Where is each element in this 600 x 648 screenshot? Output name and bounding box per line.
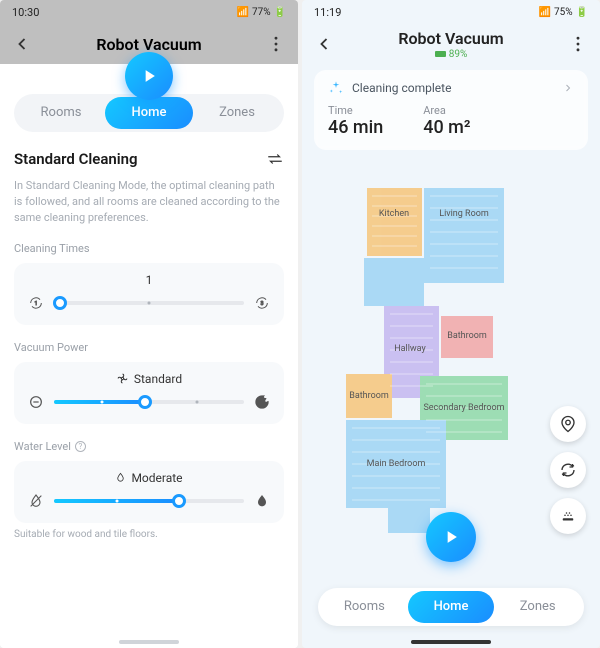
page-title: Robot Vacuum: [398, 29, 503, 48]
battery-icon: [435, 51, 446, 57]
map-actions: [550, 406, 586, 534]
cleaning-mode-row[interactable]: Standard Cleaning: [14, 150, 284, 168]
menu-icon[interactable]: [568, 34, 588, 54]
vacuum-power-slider[interactable]: [54, 394, 244, 410]
water-level-control: Moderate: [14, 461, 284, 523]
svg-text:Secondary Bedroom: Secondary Bedroom: [423, 403, 504, 413]
svg-text:1: 1: [35, 301, 38, 307]
svg-text:Main Bedroom: Main Bedroom: [367, 459, 426, 469]
tab-zones[interactable]: Zones: [193, 97, 281, 129]
drop-icon: [115, 471, 126, 484]
drag-handle[interactable]: [119, 640, 179, 644]
chevron-right-icon: [562, 82, 574, 94]
svg-text:3: 3: [261, 301, 264, 307]
cleaning-mode-description: In Standard Cleaning Mode, the optimal c…: [14, 178, 284, 226]
nav-handle[interactable]: [411, 640, 491, 644]
cleaning-status-text: Cleaning complete: [352, 81, 451, 95]
repeat-1-icon: 1: [28, 295, 44, 311]
svg-text:Living Room: Living Room: [439, 209, 489, 219]
phone-right-map-view: 11:19 📶75%🔋 Robot Vacuum 89% Cleaning co…: [302, 0, 600, 648]
phone-left-cleaning-settings: 10:30 📶77%🔋 Robot Vacuum Rooms Home Zone…: [0, 0, 298, 648]
sparkle-icon: [328, 80, 344, 96]
water-level-label: Water Level ?: [14, 440, 284, 453]
mode-tabs: Rooms Home Zones: [318, 588, 584, 626]
svg-text:Bathroom: Bathroom: [447, 331, 487, 341]
stat-area: Area 40 m²: [423, 104, 470, 138]
cleaning-times-slider[interactable]: [54, 295, 244, 311]
svg-text:Kitchen: Kitchen: [379, 209, 409, 219]
help-icon[interactable]: ?: [75, 441, 86, 452]
back-icon[interactable]: [12, 34, 32, 54]
water-off-icon: [28, 493, 44, 509]
power-off-icon: [28, 394, 44, 410]
status-bar: 10:30 📶77%🔋: [0, 0, 298, 24]
vacuum-power-control: Standard: [14, 362, 284, 424]
menu-icon[interactable]: [266, 34, 286, 54]
swap-mode-icon: [266, 150, 284, 168]
play-icon: [441, 527, 461, 547]
tab-rooms[interactable]: Rooms: [321, 591, 408, 623]
repeat-3-icon: 3: [254, 295, 270, 311]
cleaning-status-card[interactable]: Cleaning complete Time 46 min Area 40 m²: [314, 70, 588, 150]
svg-text:Bathroom: Bathroom: [349, 391, 389, 401]
dock-button[interactable]: [550, 498, 586, 534]
status-indicators: 📶75%🔋: [539, 7, 588, 18]
cycle-icon: [559, 461, 577, 479]
tab-home[interactable]: Home: [408, 591, 495, 623]
tab-home[interactable]: Home: [105, 97, 193, 129]
cleaning-times-value: 1: [28, 273, 270, 287]
locate-button[interactable]: [550, 406, 586, 442]
start-cleaning-button[interactable]: [426, 512, 476, 562]
cleaning-times-control: 1 1 3: [14, 263, 284, 325]
header: Robot Vacuum 89%: [302, 24, 600, 64]
water-max-icon: [254, 493, 270, 509]
device-battery: 89%: [435, 49, 468, 60]
cleaning-mode-title: Standard Cleaning: [14, 150, 138, 168]
stat-time: Time 46 min: [328, 104, 383, 138]
tab-zones[interactable]: Zones: [494, 591, 581, 623]
status-time: 11:19: [314, 6, 341, 19]
page-title: Robot Vacuum: [96, 35, 201, 54]
recharge-button[interactable]: [550, 452, 586, 488]
vacuum-power-label: Vacuum Power: [14, 341, 284, 354]
settings-sheet: Rooms Home Zones Standard Cleaning In St…: [0, 78, 298, 648]
back-icon[interactable]: [314, 34, 334, 54]
water-level-slider[interactable]: [54, 493, 244, 509]
water-level-note: Suitable for wood and tile floors.: [14, 529, 284, 540]
tab-rooms[interactable]: Rooms: [17, 97, 105, 129]
room-living-room: [424, 188, 504, 283]
status-bar: 11:19 📶75%🔋: [302, 0, 600, 24]
status-indicators: 📶77%🔋: [237, 7, 286, 18]
play-icon: [139, 66, 159, 86]
cleaning-times-label: Cleaning Times: [14, 242, 284, 255]
floor-map-svg: Kitchen Living Room Hallway Bathroom Bat…: [302, 156, 552, 576]
locate-icon: [559, 415, 577, 433]
start-cleaning-button[interactable]: [125, 52, 173, 100]
vacuum-power-value: Standard: [28, 372, 270, 386]
svg-text:Hallway: Hallway: [394, 344, 426, 354]
fan-icon: [116, 372, 129, 385]
dock-icon: [559, 507, 577, 525]
turbo-icon: [254, 394, 270, 410]
water-level-value: Moderate: [28, 471, 270, 485]
status-time: 10:30: [12, 6, 39, 19]
